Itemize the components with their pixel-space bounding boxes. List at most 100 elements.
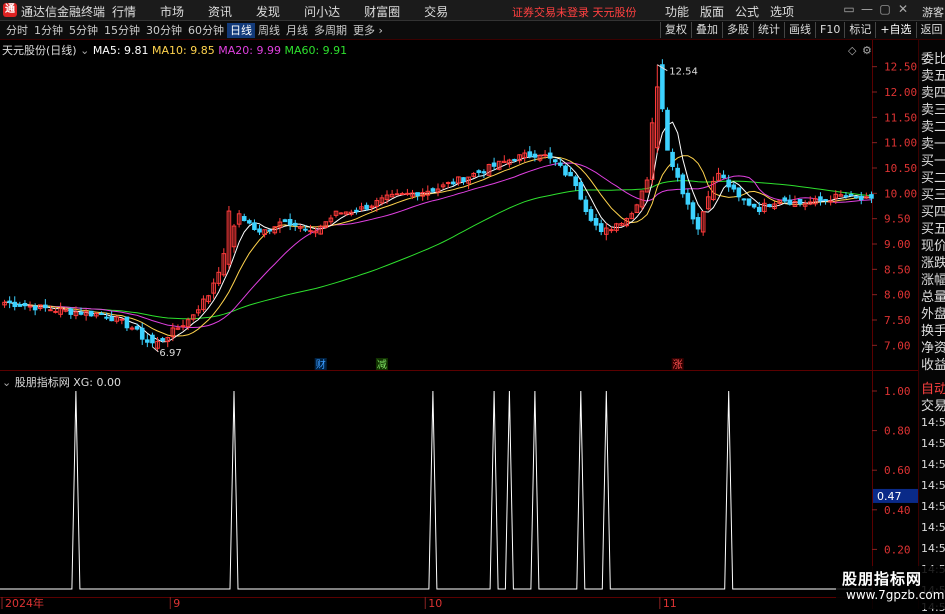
candle-body: [598, 223, 604, 233]
kline-chart[interactable]: 12.50 12.00 11.50 11.00 10.50 10.00 9.50 9.00 8.…: [0, 40, 918, 371]
candle-body: [53, 310, 58, 313]
menu-news[interactable]: 资讯: [208, 3, 232, 20]
x-axis-label: 9: [173, 597, 180, 609]
price-tick-label: 8.50: [884, 263, 911, 276]
statistics-button[interactable]: 统计: [753, 22, 784, 38]
tab-60min[interactable]: 60分钟: [185, 23, 227, 38]
sidebar-item[interactable]: 14:56: [921, 521, 945, 534]
candle-body: [43, 304, 48, 309]
candle-body: [354, 209, 359, 212]
candle-body: [782, 197, 788, 202]
sidebar-item[interactable]: 14:56: [921, 458, 945, 471]
candle-body: [292, 222, 298, 226]
sidebar-item[interactable]: 14:56: [921, 437, 945, 450]
right-menu: 功能 版面 公式 选项: [665, 3, 805, 20]
menu-trade[interactable]: 交易: [424, 3, 448, 20]
candle-body: [578, 182, 584, 200]
tab-intraday[interactable]: 分时: [3, 23, 31, 38]
candle-body: [476, 170, 482, 173]
menu-market[interactable]: 市场: [160, 3, 184, 20]
indicator-name[interactable]: 股朋指标网: [15, 376, 70, 389]
candle-body: [721, 174, 726, 179]
price-tick-label: 9.50: [884, 213, 911, 226]
candle-body: [145, 339, 150, 343]
sidebar-item[interactable]: 14:56: [921, 542, 945, 555]
app-logo-icon: 通: [3, 3, 17, 17]
tab-more[interactable]: 更多 ›: [350, 23, 386, 38]
f10-button[interactable]: F10: [815, 22, 844, 38]
sidebar-item[interactable]: 14:56: [921, 416, 945, 429]
add-watchlist-button[interactable]: +自选: [875, 22, 915, 38]
event-marker-label: 财: [316, 358, 326, 371]
candle-body: [308, 230, 313, 233]
candle-body: [823, 199, 828, 202]
candle-body: [17, 304, 23, 307]
low-price-label: 6.97: [159, 348, 181, 359]
candle-body: [104, 316, 109, 319]
x-axis-label: 2024年: [5, 596, 44, 609]
adjust-button[interactable]: 复权: [660, 22, 691, 38]
guest-user[interactable]: 游客: [922, 4, 944, 20]
dropdown-circle-icon[interactable]: ⌄: [2, 376, 11, 389]
candle-body: [756, 206, 762, 213]
menu-formula[interactable]: 公式: [735, 3, 759, 20]
indicator-tick-label: 0.20: [884, 543, 911, 556]
quote-sidebar: 委比 卖五 卖四 卖三 卖二 卖一 买一 买二 买三 买四 买五 现价 涨跌 涨幅 总量 外盘 换手 净资 收益 自动…: [918, 40, 945, 614]
close-icon[interactable]: ✕: [894, 2, 912, 16]
watermark: 股朋指标网 www.7gpzb.com: [836, 566, 945, 609]
price-tick-label: 11.50: [884, 111, 917, 124]
maximize-icon[interactable]: ▢: [876, 2, 894, 16]
candle-body: [527, 151, 533, 157]
kline-background: [0, 40, 918, 371]
menu-options[interactable]: 选项: [770, 3, 794, 20]
app-title: 通达信金融终端: [21, 5, 106, 19]
menu-discover[interactable]: 发现: [256, 3, 280, 20]
candle-body: [746, 198, 752, 206]
candle-body: [78, 312, 84, 315]
tab-5min[interactable]: 5分钟: [66, 23, 101, 38]
menu-layout[interactable]: 版面: [700, 3, 724, 20]
multi-stock-button[interactable]: 多股: [722, 22, 753, 38]
menu-ask-xiaoda[interactable]: 问小达: [304, 3, 340, 20]
tab-monthly[interactable]: 月线: [283, 23, 311, 38]
candle-body: [695, 217, 701, 230]
tab-30min[interactable]: 30分钟: [143, 23, 185, 38]
watermark-title: 股朋指标网: [842, 570, 923, 588]
back-button[interactable]: 返回: [915, 22, 945, 38]
candle-body: [119, 318, 125, 321]
indicator-chart[interactable]: 1.000.800.600.400.200.472024年91011121: [0, 371, 918, 609]
candle-body: [512, 158, 517, 162]
menu-functions[interactable]: 功能: [665, 3, 689, 20]
menu-wealth-circle[interactable]: 财富圈: [364, 3, 400, 20]
candle-body: [32, 305, 38, 311]
sidebar-item[interactable]: 14:56: [921, 479, 945, 492]
tab-weekly[interactable]: 周线: [255, 23, 283, 38]
ma60-readout: MA60: 9.91: [284, 44, 348, 57]
menu-quotes[interactable]: 行情: [112, 3, 136, 20]
sidebar-item[interactable]: 收益: [921, 354, 945, 373]
overlay-button[interactable]: 叠加: [691, 22, 722, 38]
login-notice[interactable]: 证券交易未登录 天元股份: [512, 4, 637, 20]
candle-body: [241, 216, 247, 222]
candle-body: [568, 171, 573, 177]
tab-daily[interactable]: 日线: [227, 23, 255, 38]
dropdown-circle-icon[interactable]: ⌄: [80, 44, 89, 57]
candle-body: [22, 302, 28, 307]
indicator-background: [0, 371, 918, 609]
price-tick-label: 7.50: [884, 314, 911, 327]
mark-button[interactable]: 标记: [844, 22, 875, 38]
indicator-panel-header: ⌄ 股朋指标网 XG: 0.00: [2, 374, 121, 390]
sidebar-item[interactable]: 交易: [921, 395, 945, 414]
candle-body: [445, 182, 451, 185]
price-tick-label: 12.00: [884, 86, 917, 99]
tab-1min[interactable]: 1分钟: [31, 23, 66, 38]
chart-toolbar: 分时 1分钟 5分钟 15分钟 30分钟 60分钟 日线 周线 月线 多周期 更…: [0, 21, 945, 40]
minimize-icon[interactable]: —: [858, 2, 876, 16]
draw-line-button[interactable]: 画线: [784, 22, 815, 38]
stock-name[interactable]: 天元股份(日线): [2, 44, 77, 57]
restore-icon[interactable]: ▭: [840, 2, 858, 16]
tab-15min[interactable]: 15分钟: [101, 23, 143, 38]
candle-body: [767, 204, 772, 207]
tab-multi-period[interactable]: 多周期: [311, 23, 350, 38]
sidebar-item[interactable]: 14:56: [921, 500, 945, 513]
